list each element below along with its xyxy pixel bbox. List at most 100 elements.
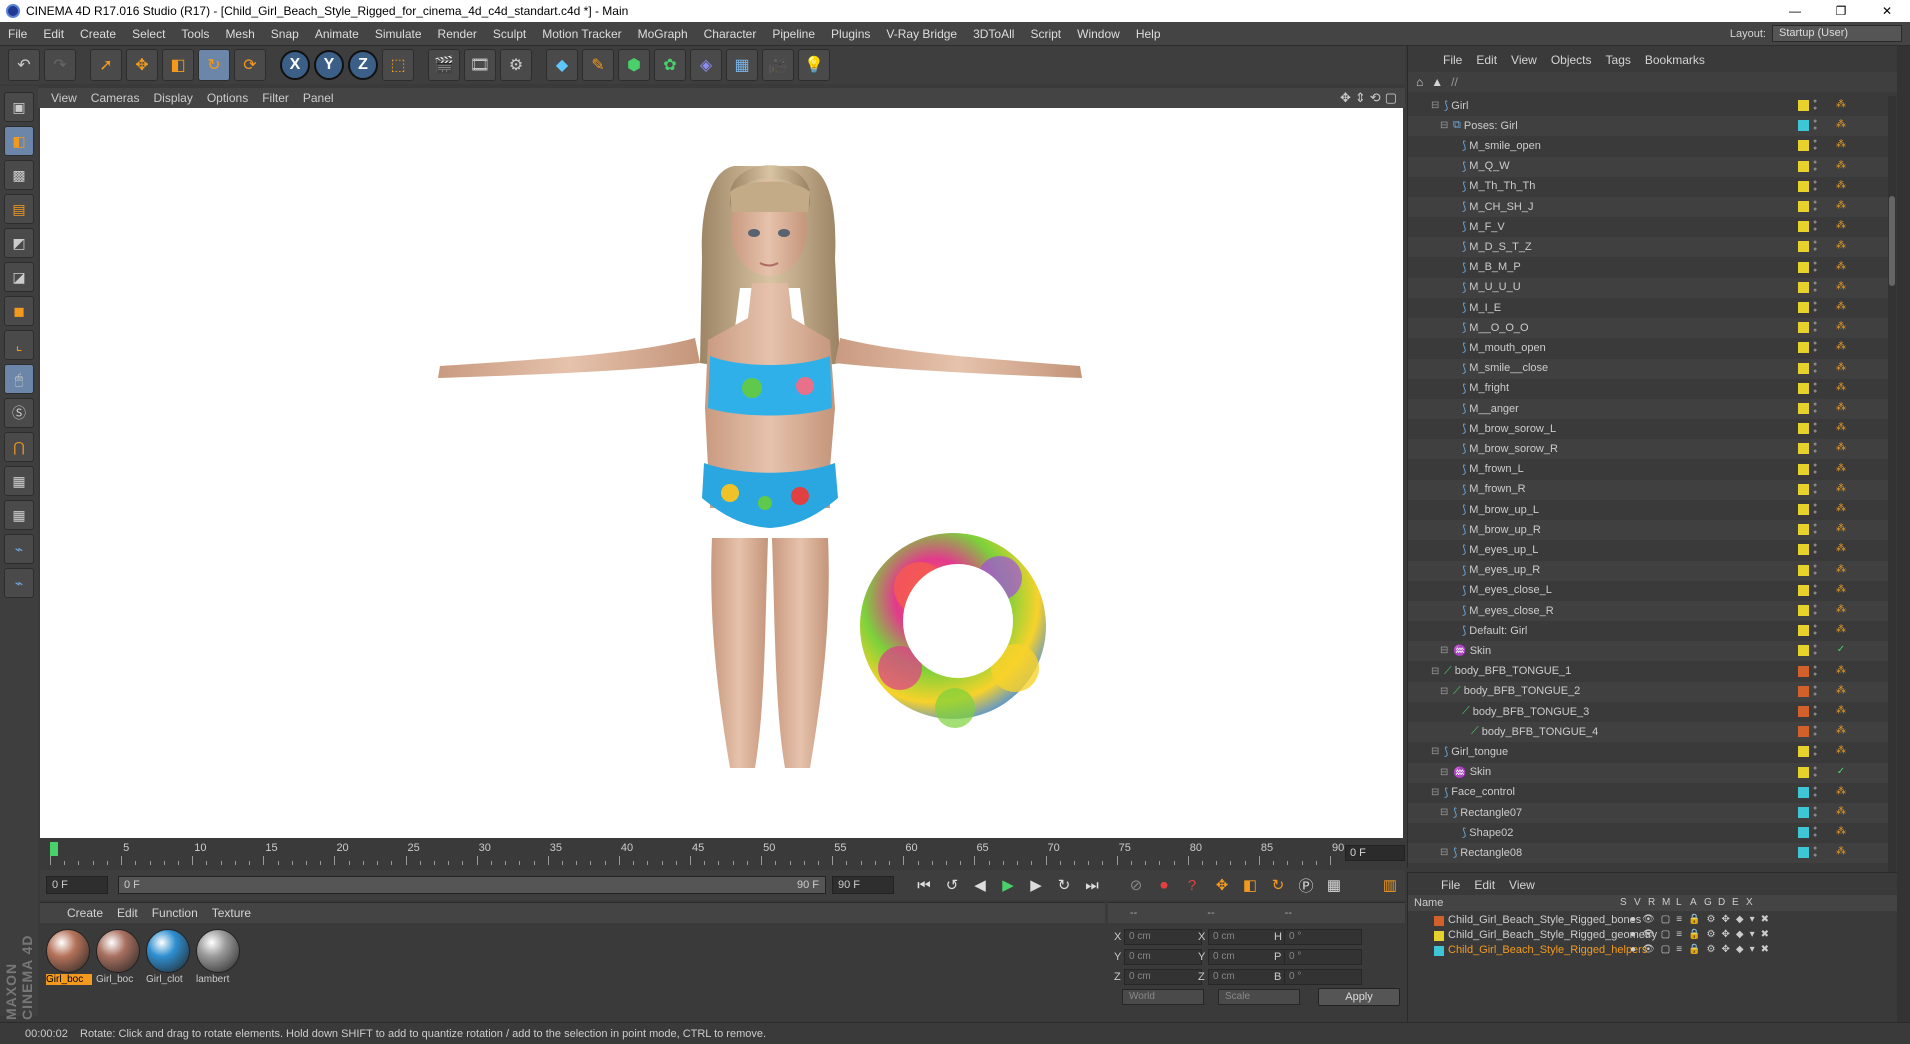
- tag-icon[interactable]: ⁂: [1834, 542, 1848, 556]
- object-menu-tags[interactable]: Tags: [1599, 53, 1638, 67]
- layer-color-swatch[interactable]: [1798, 261, 1809, 273]
- visibility-dots-icon[interactable]: ● ●: [1813, 300, 1821, 314]
- visibility-dots-icon[interactable]: ● ●: [1813, 684, 1821, 698]
- layer-color-swatch[interactable]: [1798, 322, 1809, 334]
- layer-flag-icon[interactable]: ✥: [1721, 929, 1729, 940]
- visibility-dots-icon[interactable]: ● ●: [1813, 381, 1821, 395]
- menu-plugins[interactable]: Plugins: [823, 27, 878, 41]
- layer-flag-icon[interactable]: ✥: [1721, 914, 1729, 925]
- material-item[interactable]: lambert: [196, 929, 242, 991]
- menu-select[interactable]: Select: [124, 27, 173, 41]
- object-row[interactable]: ⟆ M_eyes_up_L ● ● ⁂: [1408, 540, 1896, 560]
- tag-icon[interactable]: ⁂: [1834, 704, 1848, 718]
- layer-color-swatch[interactable]: [1798, 403, 1809, 414]
- layer-menu-view[interactable]: View: [1502, 878, 1542, 892]
- layer-menu-file[interactable]: File: [1434, 878, 1467, 892]
- visibility-dots-icon[interactable]: ● ●: [1813, 260, 1821, 274]
- visibility-dots-icon[interactable]: ● ●: [1813, 421, 1821, 435]
- deformer-button[interactable]: ◈: [690, 49, 722, 81]
- tag-icon[interactable]: ⁂: [1834, 401, 1848, 415]
- tag-icon[interactable]: ⁂: [1834, 239, 1848, 253]
- object-row[interactable]: ⟆ M_brow_up_L ● ● ⁂: [1408, 500, 1896, 520]
- visibility-dots-icon[interactable]: ● ●: [1813, 401, 1821, 415]
- layer-flag-icon[interactable]: ◆: [1736, 914, 1744, 925]
- tag-icon[interactable]: ⁂: [1834, 664, 1848, 678]
- visibility-dots-icon[interactable]: ● ●: [1813, 482, 1821, 496]
- layer-color-swatch[interactable]: [1798, 685, 1809, 697]
- object-row[interactable]: ⟆ M_smile_open ● ● ⁂: [1408, 136, 1896, 156]
- layer-color-swatch[interactable]: [1798, 241, 1809, 253]
- recent-tool-button[interactable]: ⟳: [234, 49, 266, 81]
- visibility-dots-icon[interactable]: ● ●: [1813, 361, 1821, 375]
- current-frame-field[interactable]: 0 F: [1345, 845, 1405, 861]
- visibility-dots-icon[interactable]: ● ●: [1813, 441, 1821, 455]
- visibility-dots-icon[interactable]: ● ●: [1813, 280, 1821, 294]
- layer-color-swatch[interactable]: [1798, 362, 1809, 374]
- layer-flag-icon[interactable]: ▢: [1661, 914, 1670, 925]
- up-arrow-icon[interactable]: ▲: [1431, 75, 1443, 89]
- object-row[interactable]: ⟆ M_CH_SH_J ● ● ⁂: [1408, 197, 1896, 217]
- python-script-button[interactable]: ⌁: [4, 534, 34, 564]
- layer-color-swatch[interactable]: [1798, 160, 1809, 172]
- go-to-end-button[interactable]: ⏭: [1080, 874, 1104, 896]
- viewport-zoom-icon[interactable]: ⇕: [1355, 90, 1366, 106]
- points-mode-button[interactable]: ◩: [4, 228, 34, 258]
- menu-simulate[interactable]: Simulate: [367, 27, 430, 41]
- material-menu-function[interactable]: Function: [145, 906, 205, 920]
- layer-color-swatch[interactable]: [1798, 766, 1809, 778]
- expand-toggle-icon[interactable]: ⊟: [1440, 847, 1450, 858]
- tag-icon[interactable]: ⁂: [1834, 845, 1848, 859]
- undo-button[interactable]: ↶: [8, 49, 40, 81]
- viewport-menu-filter[interactable]: Filter: [255, 91, 296, 105]
- tag-icon[interactable]: ⁂: [1834, 98, 1848, 112]
- layer-flag-icon[interactable]: 👁: [1642, 944, 1655, 955]
- keyframe-selection-button[interactable]: ?: [1180, 874, 1204, 896]
- tag-icon[interactable]: ⁂: [1834, 724, 1848, 738]
- menu-tools[interactable]: Tools: [173, 27, 217, 41]
- layer-color-swatch[interactable]: [1798, 302, 1809, 313]
- tag-icon[interactable]: ⁂: [1834, 623, 1848, 637]
- menu-render[interactable]: Render: [430, 27, 485, 41]
- object-row[interactable]: ⟆ M_D_S_T_Z ● ● ⁂: [1408, 237, 1896, 258]
- layer-flag-icon[interactable]: ▢: [1661, 944, 1670, 955]
- layer-flag-icon[interactable]: ●: [1630, 944, 1636, 955]
- visibility-dots-icon[interactable]: ● ●: [1813, 179, 1821, 193]
- coord-field-c-0[interactable]: 0 °: [1284, 929, 1362, 945]
- visibility-dots-icon[interactable]: ● ●: [1813, 603, 1821, 617]
- tag-icon[interactable]: ⁂: [1834, 502, 1848, 516]
- texture-mode-button[interactable]: ▩: [4, 160, 34, 190]
- layer-color-swatch[interactable]: [1798, 605, 1809, 616]
- layer-flag-icon[interactable]: ≡: [1676, 944, 1682, 955]
- layer-color-swatch[interactable]: [1798, 645, 1809, 657]
- layer-color-swatch[interactable]: [1798, 827, 1809, 839]
- coord-field-a-0[interactable]: 0 cm: [1124, 929, 1202, 945]
- menu-create[interactable]: Create: [72, 27, 124, 41]
- visibility-dots-icon[interactable]: ● ●: [1813, 704, 1821, 718]
- scale-key-button[interactable]: ◧: [1238, 874, 1262, 896]
- layer-color-swatch[interactable]: [1798, 665, 1809, 677]
- visibility-dots-icon[interactable]: ● ●: [1813, 159, 1821, 173]
- check-icon[interactable]: ✓: [1834, 765, 1848, 779]
- visibility-dots-icon[interactable]: ● ●: [1813, 664, 1821, 678]
- expand-toggle-icon[interactable]: ⊟: [1431, 100, 1441, 111]
- tag-icon[interactable]: ⁂: [1834, 159, 1848, 173]
- expand-toggle-icon[interactable]: ⊟: [1440, 120, 1450, 131]
- make-editable-button[interactable]: ▣: [4, 92, 34, 122]
- layer-flag-icon[interactable]: ▾: [1750, 914, 1755, 925]
- tag-icon[interactable]: ⁂: [1834, 219, 1848, 233]
- layer-color-swatch[interactable]: [1798, 706, 1809, 717]
- material-item[interactable]: Girl_clot: [146, 929, 192, 991]
- object-row[interactable]: ⟆ M_fright ● ● ⁂: [1408, 379, 1896, 399]
- object-row[interactable]: ⟆ M_U_U_U ● ● ⁂: [1408, 277, 1896, 298]
- tag-icon[interactable]: ⁂: [1834, 320, 1848, 334]
- layer-color-swatch[interactable]: [1434, 946, 1444, 956]
- object-row[interactable]: ⟆ M_brow_up_R ● ● ⁂: [1408, 520, 1896, 541]
- tag-icon[interactable]: ⁂: [1834, 462, 1848, 476]
- layer-color-swatch[interactable]: [1798, 382, 1809, 394]
- visibility-dots-icon[interactable]: ● ●: [1813, 805, 1821, 819]
- tag-icon[interactable]: ⁂: [1834, 785, 1848, 799]
- cube-object-button[interactable]: ◆: [546, 49, 578, 81]
- menu-pipeline[interactable]: Pipeline: [764, 27, 823, 41]
- tag-icon[interactable]: ⁂: [1834, 300, 1848, 314]
- tag-icon[interactable]: ⁂: [1834, 361, 1848, 375]
